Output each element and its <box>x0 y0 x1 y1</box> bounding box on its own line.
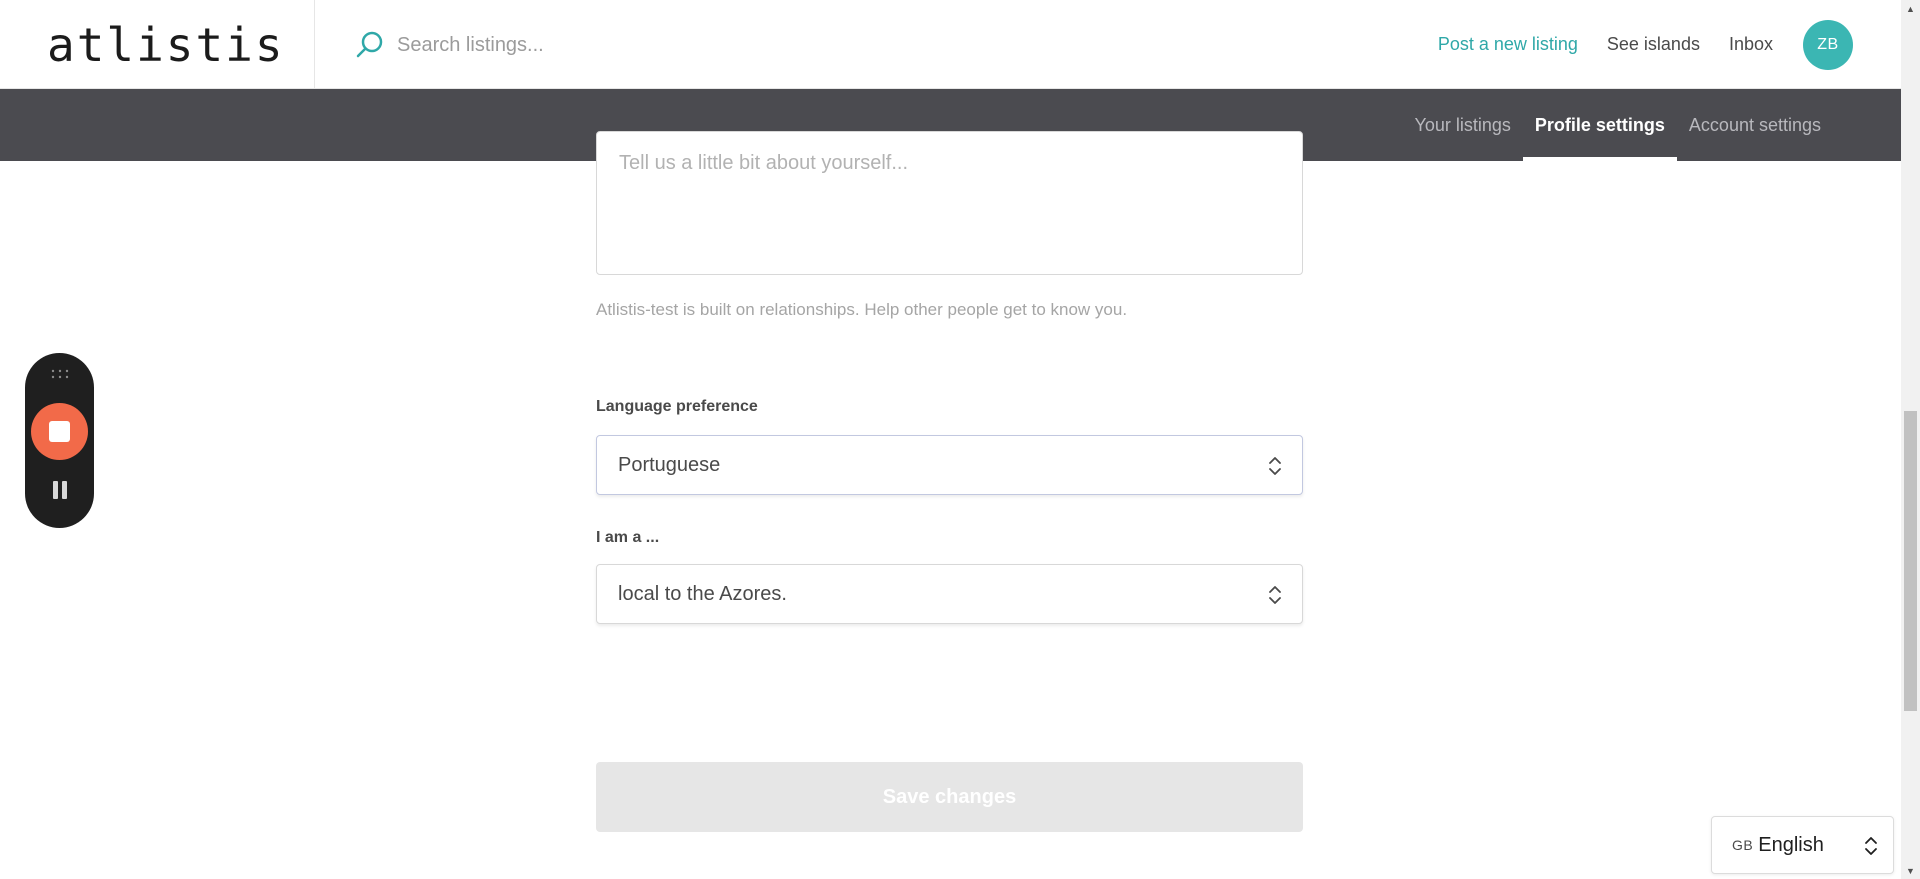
scrollbar-thumb[interactable] <box>1904 411 1917 711</box>
logo[interactable]: atlistis <box>47 18 285 72</box>
search-bar[interactable] <box>355 24 955 66</box>
role-select-value: local to the Azores. <box>618 582 787 605</box>
chevron-updown-icon <box>1269 457 1281 475</box>
language-select[interactable]: Portuguese <box>596 435 1303 495</box>
stop-recording-button[interactable] <box>31 403 88 460</box>
stop-icon <box>49 421 70 442</box>
avatar[interactable]: ZB <box>1803 19 1853 70</box>
bio-textarea[interactable]: Tell us a little bit about yourself... <box>596 131 1303 275</box>
chevron-updown-icon <box>1865 837 1877 855</box>
bio-placeholder: Tell us a little bit about yourself... <box>619 152 909 174</box>
see-islands-link[interactable]: See islands <box>1607 34 1700 55</box>
tab-your-listings[interactable]: Your listings <box>1403 89 1523 161</box>
language-select-value: Portuguese <box>618 453 721 476</box>
bio-helper-text: Atlistis-test is built on relationships.… <box>596 300 1128 319</box>
tab-account-settings[interactable]: Account settings <box>1677 89 1833 161</box>
inbox-link[interactable]: Inbox <box>1729 34 1773 55</box>
role-label: I am a ... <box>596 529 660 546</box>
language-label: Language preference <box>596 398 758 415</box>
screen-recorder-widget <box>25 353 94 528</box>
tab-profile-settings[interactable]: Profile settings <box>1522 89 1677 161</box>
post-listing-link[interactable]: Post a new listing <box>1438 34 1578 55</box>
scrollbar[interactable]: ▲ ▼ <box>1901 0 1920 879</box>
search-input[interactable] <box>397 33 897 57</box>
chevron-updown-icon <box>1269 586 1281 604</box>
grip-icon[interactable] <box>50 369 70 379</box>
site-language-select[interactable]: GB English <box>1711 816 1894 874</box>
scroll-up-arrow-icon[interactable]: ▲ <box>1901 0 1920 17</box>
top-nav: Post a new listing See islands Inbox ZB <box>1438 0 1901 89</box>
role-select[interactable]: local to the Azores. <box>596 564 1303 624</box>
scroll-down-arrow-icon[interactable]: ▼ <box>1901 862 1920 879</box>
site-language-value: English <box>1758 833 1824 856</box>
search-icon <box>356 31 383 58</box>
pause-icon[interactable] <box>52 481 68 499</box>
top-bar: atlistis Post a new listing See islands … <box>0 0 1901 89</box>
save-button[interactable]: Save changes <box>596 762 1303 832</box>
logo-area[interactable]: atlistis <box>0 0 315 89</box>
flag-icon: GB <box>1732 837 1754 853</box>
